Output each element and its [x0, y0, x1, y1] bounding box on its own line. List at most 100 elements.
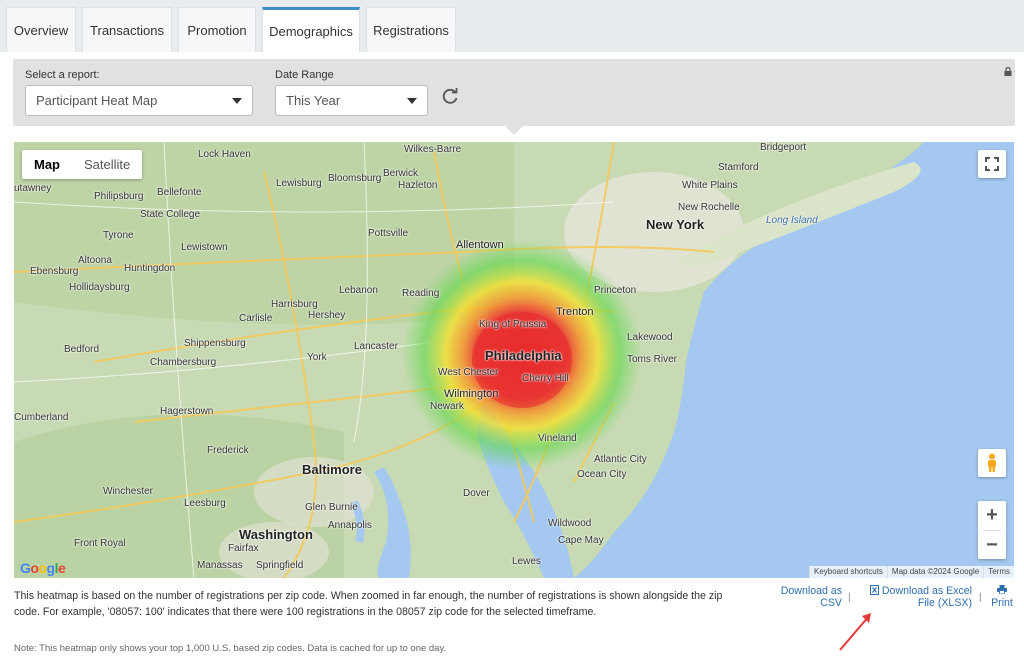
download-xlsx-line1-row: Download as Excel — [862, 585, 972, 597]
excel-file-icon — [869, 585, 879, 595]
map-label: Newark — [430, 401, 464, 412]
print-label: Print — [991, 597, 1013, 609]
map-label: Berwick — [383, 168, 419, 179]
map-label: Ocean City — [577, 469, 627, 480]
pegman-icon — [988, 453, 996, 472]
map-label: Hershey — [308, 310, 346, 321]
tab-registrations[interactable]: Registrations — [366, 7, 456, 52]
map-label: Tyrone — [103, 230, 134, 241]
map-label: Lock Haven — [198, 149, 251, 160]
map-label: Front Royal — [74, 538, 126, 549]
map-label: Harrisburg — [271, 299, 318, 310]
map-label: Long Island — [766, 215, 818, 226]
download-xlsx-line1: Download as Excel — [881, 585, 972, 597]
map-label: Philipsburg — [94, 191, 144, 202]
map-label: White Plains — [682, 180, 738, 191]
zoom-in-button[interactable]: + — [986, 501, 998, 530]
report-select[interactable]: Participant Heat Map — [25, 85, 253, 116]
map-label: Trenton — [556, 306, 594, 318]
map-label: Frederick — [207, 445, 249, 456]
date-range-select-value: This Year — [286, 93, 341, 108]
map-label: Bridgeport — [760, 142, 807, 153]
tab-transactions[interactable]: Transactions — [82, 7, 172, 52]
refresh-icon[interactable] — [440, 86, 460, 106]
zoom-out-button[interactable]: − — [986, 531, 998, 559]
panel-pointer — [505, 126, 523, 135]
keyboard-shortcuts-link[interactable]: Keyboard shortcuts — [808, 566, 887, 578]
map-label: New York — [646, 217, 705, 232]
terms-link[interactable]: Terms — [983, 566, 1014, 578]
tab-bar: Overview Transactions Promotion Demograp… — [0, 0, 1024, 52]
street-view-button[interactable] — [978, 449, 1006, 477]
download-xlsx-link[interactable]: Download as Excel File (XLSX) — [862, 585, 972, 609]
map-label: State College — [140, 209, 201, 220]
map-label: Wilmington — [444, 388, 499, 400]
tab-demographics[interactable]: Demographics — [262, 7, 360, 52]
map-label: Huntingdon — [124, 263, 176, 274]
heatmap-description: This heatmap is based on the number of r… — [14, 590, 723, 618]
map-label: Winchester — [103, 486, 154, 497]
print-link[interactable]: Print — [988, 585, 1016, 609]
map-label: Washington — [239, 527, 313, 542]
tab-promotion[interactable]: Promotion — [178, 7, 256, 52]
map-label: Reading — [402, 288, 440, 299]
map-label: Springfield — [256, 560, 304, 571]
map-label: Atlantic City — [594, 454, 647, 465]
map-label: Philadelphia — [485, 348, 562, 363]
annotation-arrow-icon — [839, 613, 871, 651]
map-label: Carlisle — [239, 313, 273, 324]
map-label: Baltimore — [302, 462, 362, 477]
separator: | — [848, 592, 851, 603]
map-label: Toms River — [627, 354, 678, 365]
download-csv-link[interactable]: Download as CSV — [766, 585, 842, 609]
map-label: Cape May — [558, 535, 604, 546]
map-label: Annapolis — [328, 520, 372, 531]
heat-map[interactable]: Wilkes-Barre Bridgeport Lock Haven Stamf… — [14, 142, 1014, 578]
map-credits: Keyboard shortcuts Map data ©2024 Google… — [808, 566, 1014, 578]
map-label: Fairfax — [228, 543, 259, 554]
heatmap-note: Note: This heatmap only shows your top 1… — [14, 643, 447, 654]
fullscreen-icon — [985, 157, 999, 171]
map-label: Wildwood — [548, 518, 592, 529]
map-label: Lewisburg — [276, 178, 322, 189]
map-data-credit: Map data ©2024 Google — [886, 566, 984, 578]
map-label: Shippensburg — [184, 338, 246, 349]
download-xlsx-line2: File (XLSX) — [917, 597, 972, 609]
map-label: Leesburg — [184, 498, 226, 509]
map-label: Hollidaysburg — [69, 282, 130, 293]
map-label: Princeton — [594, 285, 637, 296]
zoom-control: + − — [978, 501, 1006, 559]
map-label: Cherry Hill — [522, 373, 569, 384]
map-label: utawney — [14, 183, 52, 194]
map-label: York — [307, 352, 327, 363]
download-csv-line1: Download as — [780, 585, 842, 597]
download-csv-line2: CSV — [820, 597, 842, 609]
separator: | — [979, 592, 982, 603]
map-label: Lewes — [512, 556, 541, 567]
map-type-satellite-button[interactable]: Satellite — [72, 150, 142, 179]
map-label: Bedford — [64, 344, 100, 355]
map-label: Lewistown — [181, 242, 228, 253]
tab-overview[interactable]: Overview — [6, 7, 76, 52]
map-label: Allentown — [456, 239, 504, 251]
map-label: New Rochelle — [678, 202, 740, 213]
map-label: Cumberland — [14, 412, 69, 423]
fullscreen-button[interactable] — [978, 150, 1006, 178]
google-logo: Google — [20, 560, 66, 576]
map-type-control: Map Satellite — [22, 150, 143, 179]
map-label: Wilkes-Barre — [404, 144, 462, 155]
lock-icon — [1004, 67, 1012, 76]
report-label: Select a report: — [25, 69, 100, 81]
map-label: Altoona — [78, 255, 112, 266]
map-label: Hagerstown — [160, 406, 214, 417]
map-type-map-button[interactable]: Map — [22, 150, 72, 179]
map-label: Hazleton — [398, 180, 438, 191]
map-label: Manassas — [197, 560, 243, 571]
date-range-select[interactable]: This Year — [275, 85, 428, 116]
map-label: Lebanon — [339, 285, 378, 296]
date-range-label: Date Range — [275, 69, 334, 81]
map-label: Vineland — [538, 433, 577, 444]
map-label: Dover — [463, 488, 490, 499]
map-label: Pottsville — [368, 228, 409, 239]
chevron-down-icon — [232, 98, 242, 104]
